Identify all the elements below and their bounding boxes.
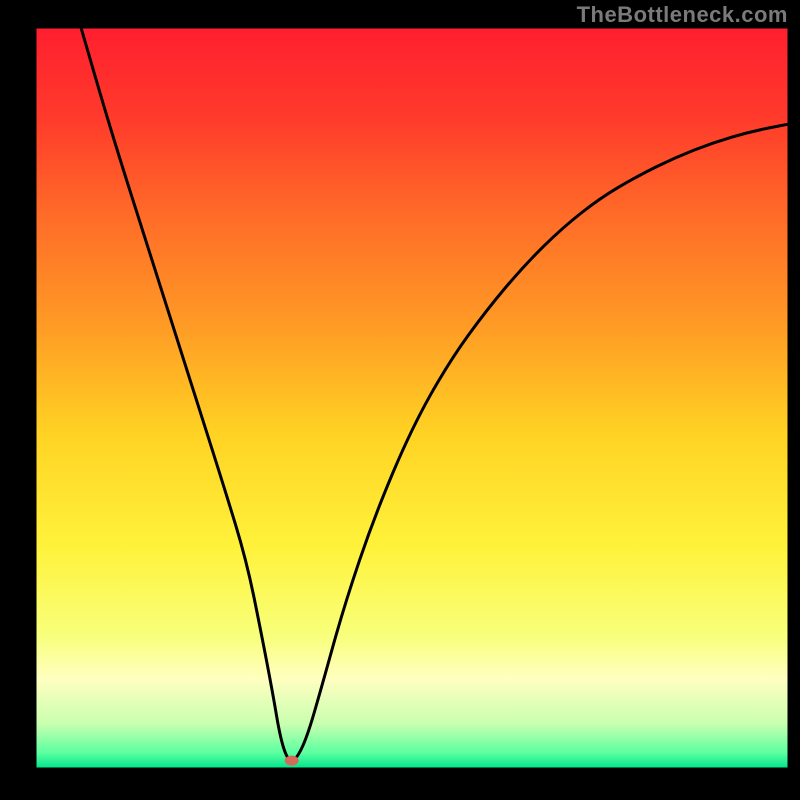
watermark-text: TheBottleneck.com (577, 2, 788, 28)
marker-optimal-point (285, 756, 299, 766)
plot-background (36, 28, 788, 768)
chart-frame: TheBottleneck.com (0, 0, 800, 800)
chart-svg (0, 0, 800, 800)
